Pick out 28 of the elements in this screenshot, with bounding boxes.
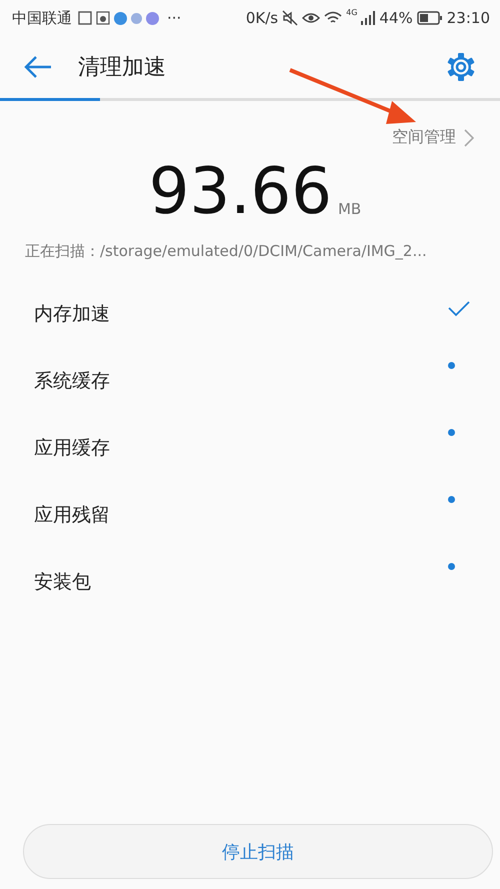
network-type: 4G bbox=[346, 8, 358, 17]
settings-icon[interactable] bbox=[446, 52, 476, 82]
size-unit: MB bbox=[338, 200, 362, 218]
app-notification-icon bbox=[114, 12, 127, 24]
scan-category: 安装包 bbox=[34, 570, 91, 595]
wifi-icon bbox=[324, 11, 342, 25]
app-notification-icon bbox=[78, 11, 92, 25]
app-notification-icon bbox=[131, 12, 142, 24]
page-title: 清理加速 bbox=[78, 54, 166, 82]
scan-category: 内存加速 bbox=[34, 302, 110, 327]
back-arrow-icon[interactable] bbox=[24, 55, 52, 79]
more-indicator: ··· bbox=[167, 9, 182, 27]
battery-icon bbox=[416, 11, 443, 25]
mute-icon bbox=[282, 10, 298, 26]
scanning-path: 正在扫描：/storage/emulated/0/DCIM/Camera/IMG_2... bbox=[24, 242, 428, 261]
stop-scan-button[interactable]: 停止扫描 bbox=[23, 824, 493, 879]
eye-icon bbox=[302, 11, 320, 25]
network-speed: 0K/s bbox=[246, 9, 278, 27]
space-management-link[interactable]: 空间管理 bbox=[392, 127, 456, 148]
signal-icon bbox=[361, 11, 376, 25]
battery-percent: 44% bbox=[379, 9, 413, 27]
scan-category: 系统缓存 bbox=[34, 369, 110, 394]
carrier-name: 中国联通 bbox=[12, 8, 72, 28]
chevron-right-icon[interactable] bbox=[464, 128, 474, 146]
total-size: 93.66 bbox=[148, 160, 332, 224]
scan-category: 应用残留 bbox=[34, 503, 110, 528]
clock: 23:10 bbox=[446, 9, 490, 27]
scan-category: 应用缓存 bbox=[34, 436, 110, 461]
